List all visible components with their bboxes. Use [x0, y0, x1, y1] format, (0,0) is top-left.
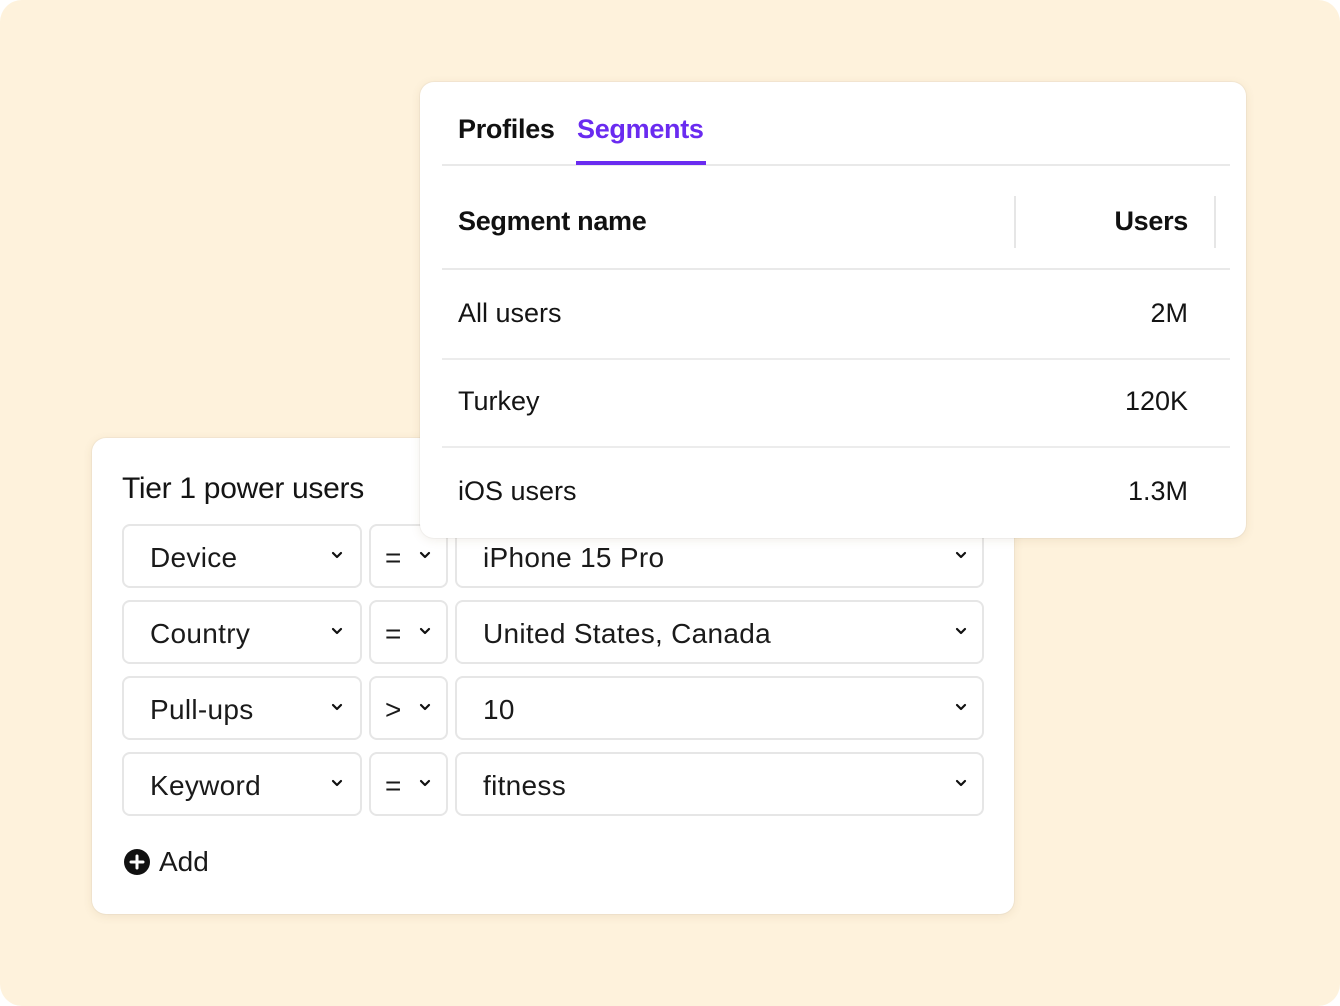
segment-title: Tier 1 power users — [122, 472, 364, 505]
segment-name-cell: Turkey — [458, 386, 540, 416]
operator-select[interactable]: = — [369, 752, 448, 816]
chevron-down-icon — [955, 551, 967, 559]
operator-select-value: = — [385, 770, 402, 801]
plus-circle-icon — [124, 849, 150, 875]
tab-profiles[interactable]: Profiles — [458, 114, 555, 145]
users-count-cell: 120K — [1124, 386, 1188, 416]
add-condition-button[interactable]: Add — [123, 846, 209, 878]
value-select-value: United States, Canada — [483, 618, 772, 649]
table-header: Segment name Users — [442, 166, 1230, 270]
field-select[interactable]: Keyword — [122, 752, 362, 816]
chevron-down-icon — [419, 703, 431, 711]
field-select-value: Pull-ups — [150, 694, 254, 725]
chevron-down-icon — [955, 627, 967, 635]
column-divider[interactable] — [1214, 196, 1216, 248]
operator-select[interactable]: = — [369, 600, 448, 664]
operator-select-value: = — [385, 542, 402, 573]
field-select[interactable]: Country — [122, 600, 362, 664]
value-select-value: 10 — [483, 694, 515, 725]
chevron-down-icon — [955, 703, 967, 711]
chevron-down-icon — [419, 627, 431, 635]
chevron-down-icon — [331, 703, 343, 711]
chevron-down-icon — [331, 779, 343, 787]
chevron-down-icon — [955, 779, 967, 787]
chevron-down-icon — [419, 779, 431, 787]
operator-select-value: > — [385, 694, 402, 725]
add-label: Add — [159, 846, 209, 877]
segments-table-card: Profiles Segments Segment name Users All… — [420, 82, 1246, 538]
table-row[interactable]: iOS users 1.3M — [442, 448, 1230, 536]
column-header-segment-name[interactable]: Segment name — [458, 206, 647, 237]
table-row[interactable]: Turkey 120K — [442, 358, 1230, 448]
field-select-value: Country — [150, 618, 251, 649]
chevron-down-icon — [419, 551, 431, 559]
users-count-cell: 1.3M — [1127, 476, 1188, 506]
chevron-down-icon — [331, 551, 343, 559]
field-select[interactable]: Pull-ups — [122, 676, 362, 740]
segment-name-cell: All users — [458, 298, 562, 328]
value-select-value: fitness — [483, 770, 567, 801]
tab-segments[interactable]: Segments — [576, 114, 706, 165]
segment-name-cell: iOS users — [458, 476, 577, 506]
operator-select[interactable]: > — [369, 676, 448, 740]
value-select[interactable]: 10 — [455, 676, 984, 740]
field-select-value: Keyword — [150, 770, 262, 801]
value-select[interactable]: United States, Canada — [455, 600, 984, 664]
table-row[interactable]: All users 2M — [442, 270, 1230, 360]
operator-select-value: = — [385, 618, 402, 649]
value-select-value: iPhone 15 Pro — [483, 542, 665, 573]
value-select[interactable]: fitness — [455, 752, 984, 816]
field-select[interactable]: Device — [122, 524, 362, 588]
chevron-down-icon — [331, 627, 343, 635]
users-count-cell: 2M — [1150, 298, 1188, 328]
column-header-users[interactable]: Users — [1114, 206, 1188, 237]
column-divider[interactable] — [1014, 196, 1016, 248]
field-select-value: Device — [150, 542, 238, 573]
tab-bar: Profiles Segments — [442, 82, 1230, 166]
